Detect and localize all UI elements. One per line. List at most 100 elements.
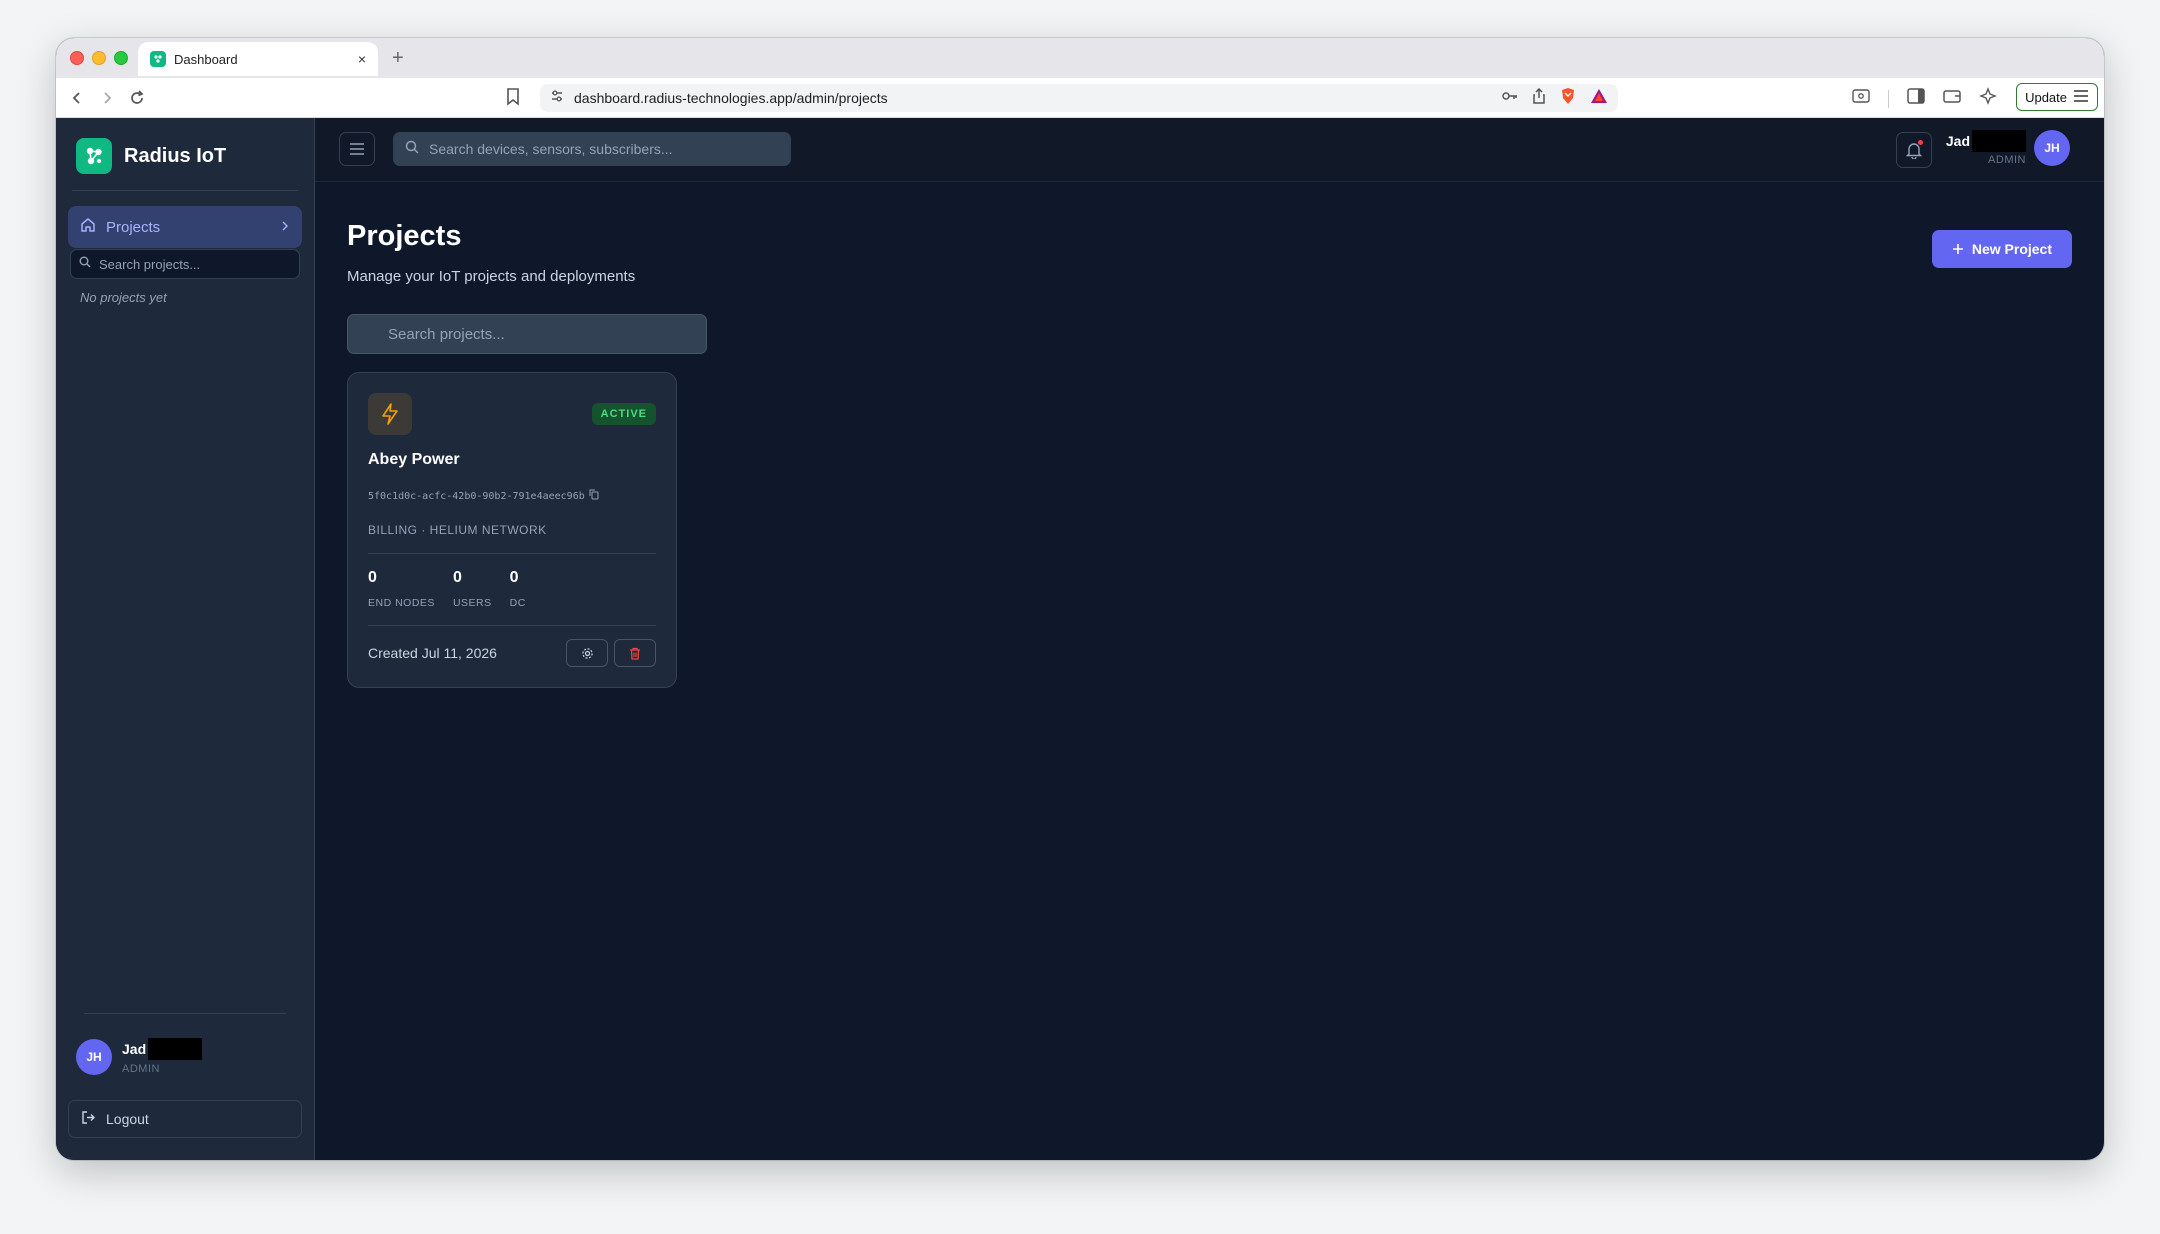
stat-value: 0 — [368, 569, 377, 586]
project-id-text: 5f0c1d0c-acfc-42b0-90b2-791e4aeec96b — [368, 490, 585, 502]
user-name: Jad — [122, 1038, 203, 1060]
sidebar-item-label: Projects — [106, 218, 161, 236]
brave-rewards-icon[interactable] — [1590, 88, 1608, 109]
page-content: Projects Manage your IoT projects and de… — [347, 182, 2072, 1160]
maximize-window-button[interactable] — [114, 51, 128, 65]
wallet-icon[interactable] — [1943, 88, 1961, 109]
browser-toolbar: dashboard.radius-technologies.app/admin/… — [56, 78, 2104, 118]
brave-shield-icon[interactable] — [1560, 87, 1576, 110]
redaction-box — [148, 1038, 203, 1060]
search-icon — [405, 140, 419, 159]
share-icon[interactable] — [1532, 87, 1546, 109]
new-tab-button[interactable]: + — [392, 46, 404, 70]
menu-toggle-button[interactable] — [339, 132, 375, 166]
projects-search — [347, 314, 707, 354]
logout-icon — [81, 1110, 96, 1128]
user-meta: Jad ADMIN — [122, 1038, 203, 1075]
card-divider — [368, 625, 656, 626]
stat-label: END NODES — [368, 597, 435, 609]
project-name: Abey Power — [368, 451, 460, 468]
stat-label: USERS — [452, 597, 492, 609]
main-area: Jad ADMIN JH Projects Manage your IoT pr… — [315, 118, 2104, 1160]
sidebar-toggle-icon[interactable] — [1907, 88, 1925, 109]
radius-logo-icon — [76, 138, 112, 174]
tab-close-icon[interactable]: × — [358, 51, 366, 67]
empty-projects-text: No projects yet — [80, 290, 167, 305]
brand[interactable]: Radius IoT — [76, 138, 226, 174]
card-divider — [368, 553, 656, 554]
stat-dc: 0 DC — [510, 569, 526, 609]
project-actions — [566, 639, 656, 667]
sidebar: Radius IoT Projects No projects yet — [56, 118, 315, 1160]
user-role: ADMIN — [122, 1063, 160, 1075]
page-title: Projects — [347, 220, 462, 252]
home-icon — [80, 217, 96, 238]
project-delete-button[interactable] — [614, 639, 656, 667]
hamburger-icon — [350, 143, 364, 155]
sidebar-search-input[interactable] — [97, 255, 291, 273]
app-root: Radius IoT Projects No projects yet — [56, 118, 2104, 1160]
user-name-text: Jad — [1945, 133, 1970, 149]
hamburger-menu-icon — [2073, 89, 2089, 105]
brand-name: Radius IoT — [124, 144, 227, 167]
bookmark-icon[interactable] — [506, 88, 520, 111]
stat-label: DC — [509, 597, 526, 609]
toolbar-separator — [1888, 89, 1889, 108]
site-settings-icon[interactable] — [550, 89, 564, 108]
plus-icon — [1952, 244, 1963, 254]
reload-icon[interactable] — [126, 87, 148, 109]
sidebar-search — [70, 249, 300, 279]
user-name: Jad — [1946, 130, 2026, 152]
redaction-box — [1972, 130, 2026, 152]
leo-ai-icon[interactable] — [1979, 87, 1997, 110]
key-icon[interactable] — [1502, 89, 1518, 107]
new-project-label: New Project — [1971, 241, 2052, 257]
address-bar[interactable]: dashboard.radius-technologies.app/admin/… — [540, 84, 1618, 112]
user-name-text: Jad — [122, 1041, 147, 1057]
stat-value: 0 — [452, 569, 462, 586]
notification-dot — [1918, 140, 1923, 145]
toolbar-right-icons — [1852, 87, 2031, 110]
lightning-icon — [368, 393, 412, 435]
stat-end-nodes: 0 END NODES — [368, 569, 435, 609]
project-id: 5f0c1d0c-acfc-42b0-90b2-791e4aeec96b — [368, 489, 599, 503]
trash-icon — [630, 647, 640, 660]
page-subtitle: Manage your IoT projects and deployments — [347, 268, 636, 285]
radius-favicon-icon — [150, 51, 166, 67]
browser-tab-dashboard[interactable]: Dashboard × — [138, 42, 378, 76]
address-bar-actions — [1502, 87, 1608, 110]
user-divider — [84, 1013, 286, 1014]
url-text: dashboard.radius-technologies.app/admin/… — [574, 90, 888, 106]
chevron-right-icon — [280, 218, 290, 236]
sidebar-user[interactable]: JH Jad ADMIN — [76, 1038, 203, 1075]
topbar-user[interactable]: Jad ADMIN JH — [1946, 130, 2070, 166]
forward-icon[interactable] — [96, 87, 118, 109]
minimize-window-button[interactable] — [92, 51, 106, 65]
new-project-button[interactable]: New Project — [1931, 230, 2072, 268]
user-role: ADMIN — [1988, 154, 2026, 166]
update-button[interactable]: Update — [2016, 83, 2098, 111]
browser-tab-bar: Dashboard × + — [56, 38, 2104, 78]
reader-mode-icon[interactable] — [1852, 88, 1870, 109]
global-search — [393, 132, 791, 166]
close-window-button[interactable] — [70, 51, 84, 65]
back-icon[interactable] — [66, 87, 88, 109]
avatar: JH — [2034, 130, 2070, 166]
stat-value: 0 — [509, 569, 519, 586]
search-icon — [79, 255, 91, 273]
global-search-input[interactable] — [427, 140, 779, 158]
gear-icon — [581, 647, 593, 659]
sidebar-item-projects[interactable]: Projects — [68, 206, 302, 248]
logout-button[interactable]: Logout — [68, 1100, 302, 1138]
project-card[interactable]: ACTIVE Abey Power 5f0c1d0c-acfc-42b0-90b… — [347, 372, 677, 688]
projects-search-input[interactable] — [386, 324, 668, 344]
project-created-date: Created Jul 11, 2026 — [368, 645, 497, 661]
project-stats: 0 END NODES 0 USERS 0 DC — [368, 569, 526, 609]
project-settings-button[interactable] — [566, 639, 608, 667]
tab-title: Dashboard — [174, 51, 238, 67]
notifications-button[interactable] — [1896, 132, 1932, 168]
user-meta: Jad ADMIN — [1946, 130, 2026, 166]
update-label: Update — [2025, 89, 2067, 105]
copy-icon[interactable] — [589, 489, 599, 503]
brand-divider — [72, 190, 298, 191]
